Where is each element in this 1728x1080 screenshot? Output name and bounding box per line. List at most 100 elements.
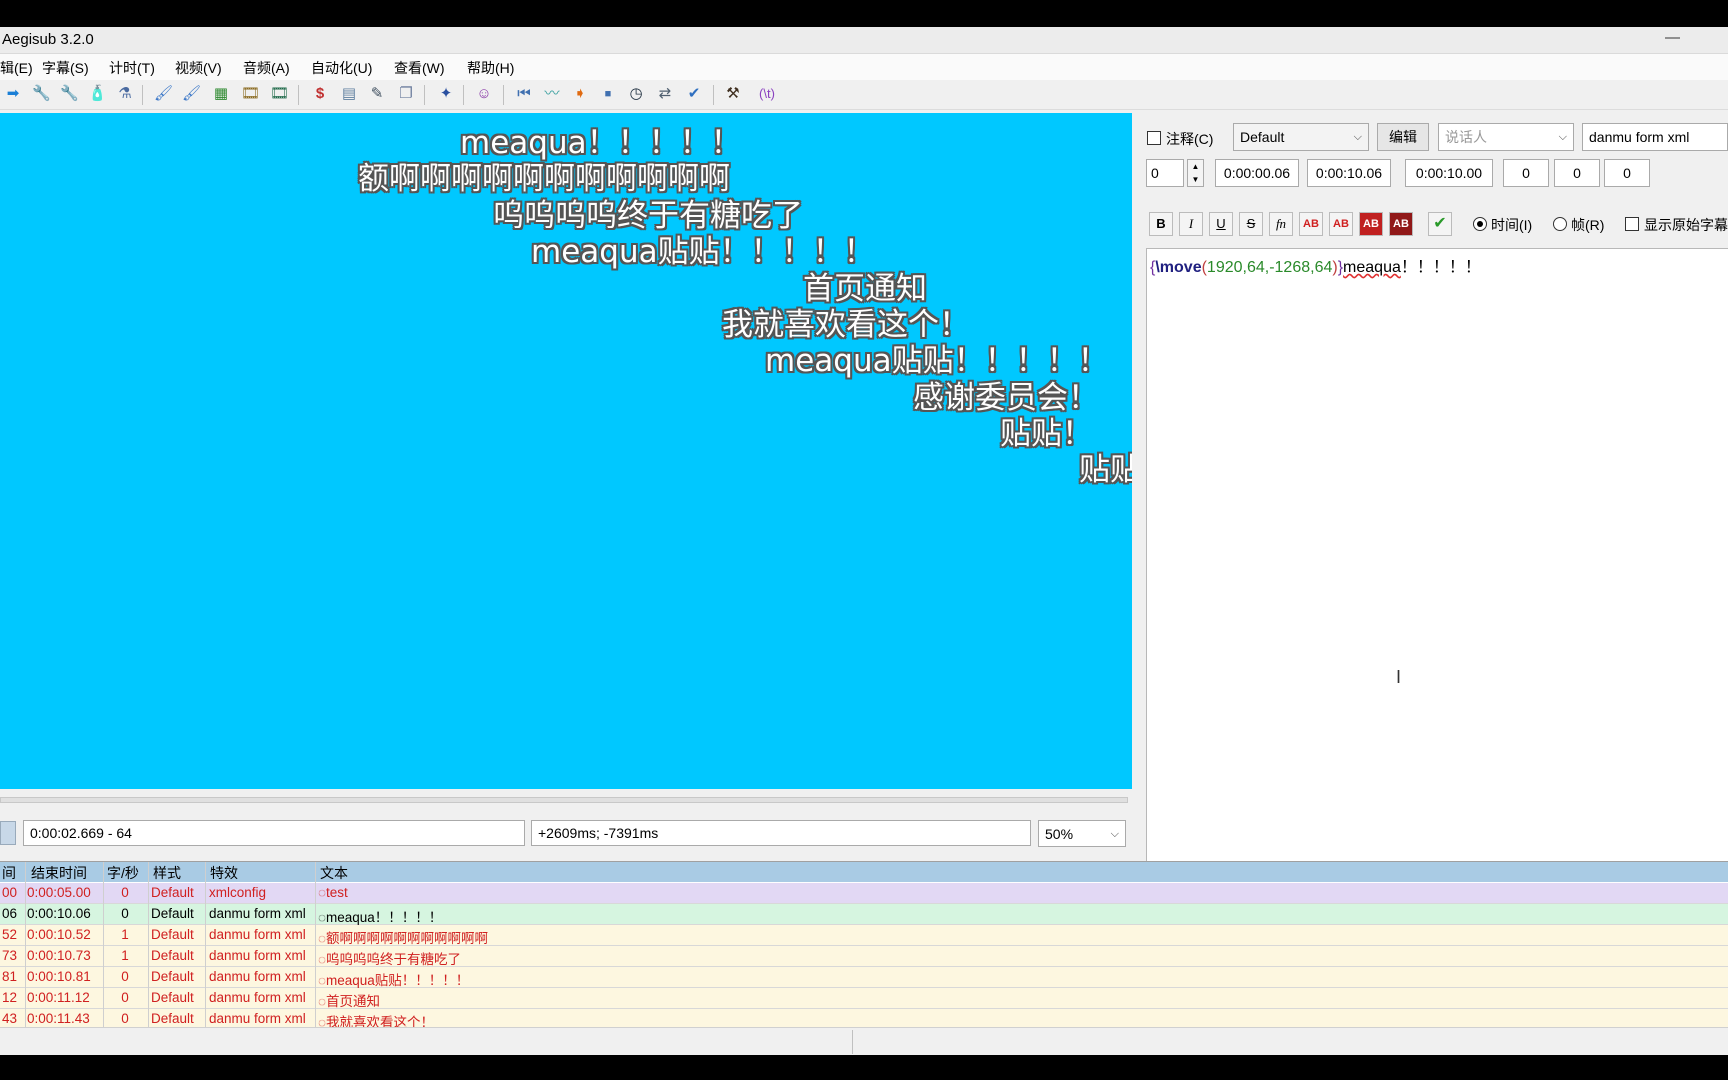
strikeout-button[interactable]: S: [1239, 212, 1263, 236]
column-cps-header[interactable]: 字/秒: [107, 863, 139, 883]
subtitle-text-editor[interactable]: {\move(1920,64,-1268,64)}meaqua！！！！！ I: [1146, 248, 1728, 870]
style-select[interactable]: Default ⌵: [1233, 123, 1369, 151]
spellcheck-icon[interactable]: ✔: [685, 85, 703, 103]
outline-color-button[interactable]: AB: [1359, 212, 1383, 236]
effect-value: danmu form xml: [1589, 129, 1690, 145]
minimize-button[interactable]: —: [1665, 29, 1680, 46]
flask-icon[interactable]: ⚗: [116, 85, 134, 103]
effect-cell: xmlconfig: [209, 885, 267, 900]
start-time-cell: 43: [2, 1011, 18, 1026]
grid-icon[interactable]: ▦: [212, 85, 230, 103]
menu-automation[interactable]: 自动化(U): [311, 58, 372, 78]
hammer-icon[interactable]: ⚒: [724, 85, 742, 103]
frame-mode-radio[interactable]: [1553, 217, 1567, 231]
show-original-label: 显示原始字幕: [1644, 217, 1728, 233]
start-time-cell: 81: [2, 969, 18, 984]
layer-spin-button[interactable]: ▲ ▼: [1187, 159, 1204, 187]
menu-help[interactable]: 帮助(H): [467, 58, 514, 78]
auto-scroll-icon[interactable]: [0, 821, 16, 845]
margin-left-field[interactable]: 0: [1503, 159, 1549, 187]
title-bar: Aegisub 3.2.0 —: [0, 27, 1728, 54]
time-mode-radio[interactable]: [1473, 217, 1487, 231]
film-icon[interactable]: 🎞: [241, 85, 260, 103]
bottle-icon[interactable]: 🧴: [88, 85, 107, 103]
column-start-header[interactable]: 间: [2, 863, 16, 883]
table-row[interactable]: 06 0:00:10.06 0 Default danmu form xml ◌meaqu…: [0, 904, 1728, 925]
shadow-color-button[interactable]: AB: [1389, 212, 1413, 236]
layer-field[interactable]: 0: [1146, 159, 1184, 187]
duration-field[interactable]: 0:00:10.00: [1405, 159, 1493, 187]
arrow-right-icon[interactable]: ➡: [4, 85, 22, 103]
edit-style-button[interactable]: 编辑: [1377, 123, 1429, 151]
waveform-icon[interactable]: 〰: [543, 85, 561, 103]
subtitle-body-text: meaqua: [1343, 259, 1401, 276]
clock-icon[interactable]: ◷: [627, 85, 645, 103]
end-time-field[interactable]: 0:00:10.06: [1307, 159, 1391, 187]
video-display[interactable]: meaqua！！！！！ 额啊啊啊啊啊啊啊啊啊啊啊 呜呜呜呜终于有糖吃了 meaq…: [0, 113, 1132, 789]
video-seek-slider[interactable]: [0, 797, 1128, 803]
time-mode-label: 时间(I): [1491, 217, 1533, 233]
italic-button[interactable]: I: [1179, 212, 1203, 236]
pencil-icon[interactable]: ✎: [368, 85, 386, 103]
start-time-field[interactable]: 0:00:00.06: [1215, 159, 1299, 187]
paint-icon[interactable]: 🖌: [154, 85, 173, 103]
wrench-icon[interactable]: 🔧: [32, 85, 51, 103]
stop-icon[interactable]: ■: [599, 85, 617, 103]
cps-cell: 1: [121, 927, 129, 942]
dollar-icon[interactable]: $: [311, 85, 329, 103]
effect-field[interactable]: danmu form xml: [1582, 123, 1728, 151]
table-row[interactable]: 73 0:00:10.73 1 Default danmu form xml ◌呜呜呜呜终…: [0, 946, 1728, 967]
tag-icon[interactable]: (\t): [754, 85, 780, 103]
primary-color-button[interactable]: AB: [1299, 212, 1323, 236]
column-style-header[interactable]: 样式: [153, 863, 181, 883]
wrench-alt-icon[interactable]: 🔧: [60, 85, 79, 103]
margin-vertical-field[interactable]: 0: [1604, 159, 1650, 187]
column-end-header[interactable]: 结束时间: [31, 863, 87, 883]
start-time-cell: 00: [2, 885, 18, 900]
subtitle-grid[interactable]: 间 结束时间 字/秒 样式 特效 文本 00 0:00:05.00 0 Default…: [0, 861, 1728, 1051]
calculator-icon[interactable]: ▤: [340, 85, 358, 103]
puzzle-icon[interactable]: ✦: [437, 85, 455, 103]
effect-cell: danmu form xml: [209, 906, 306, 921]
paint-alt-icon[interactable]: 🖌: [182, 85, 201, 103]
table-row[interactable]: 81 0:00:10.81 0 Default danmu form xml ◌meaqu…: [0, 967, 1728, 988]
secondary-color-button[interactable]: AB: [1329, 212, 1353, 236]
menu-video[interactable]: 视频(V): [175, 58, 222, 78]
table-row[interactable]: 00 0:00:05.00 0 Default xmlconfig ◌test: [0, 883, 1728, 904]
menu-view[interactable]: 查看(W): [394, 58, 445, 78]
menu-subtitle[interactable]: 字幕(S): [42, 58, 89, 78]
comment-checkbox[interactable]: [1147, 131, 1161, 145]
override-tag: \move: [1155, 259, 1202, 276]
column-text-header[interactable]: 文本: [320, 863, 348, 883]
translate-icon[interactable]: ⇄: [656, 85, 674, 103]
margin-right-field[interactable]: 0: [1554, 159, 1600, 187]
style-value: Default: [1240, 129, 1285, 145]
rewind-icon[interactable]: ⏮: [515, 85, 533, 103]
video-offset-readout[interactable]: +2609ms; -7391ms: [531, 820, 1031, 846]
copy-icon[interactable]: ❐: [397, 85, 415, 103]
column-effect-header[interactable]: 特效: [210, 863, 238, 883]
play-icon[interactable]: ➧: [571, 85, 589, 103]
video-position-readout[interactable]: 0:00:02.669 - 64: [23, 820, 525, 846]
underline-button[interactable]: U: [1209, 212, 1233, 236]
style-cell: Default: [151, 885, 194, 900]
film-alt-icon[interactable]: 🎞: [270, 85, 289, 103]
start-time-cell: 73: [2, 948, 18, 963]
menu-timing[interactable]: 计时(T): [109, 58, 155, 78]
table-row[interactable]: 12 0:00:11.12 0 Default danmu form xml ◌首页通知: [0, 988, 1728, 1009]
zoom-select[interactable]: 50% ⌵: [1038, 820, 1126, 847]
text-cursor-icon: I: [1396, 667, 1402, 687]
chevron-down-icon: ⌵: [1353, 131, 1362, 143]
table-row[interactable]: 52 0:00:10.52 1 Default danmu form xml ◌额啊啊啊啊…: [0, 925, 1728, 946]
actor-select[interactable]: 说话人 ⌵: [1438, 123, 1574, 151]
bold-button[interactable]: B: [1149, 212, 1173, 236]
commit-button[interactable]: ✔: [1428, 212, 1452, 236]
font-button[interactable]: fn: [1269, 212, 1293, 236]
text-cell: ◌meaqua！！！！！: [318, 910, 443, 925]
menu-edit[interactable]: 辑(E): [0, 58, 33, 78]
show-original-checkbox[interactable]: [1625, 217, 1639, 231]
cps-cell: 1: [121, 948, 129, 963]
menu-audio[interactable]: 音频(A): [243, 58, 290, 78]
face-icon[interactable]: ☺: [475, 85, 493, 103]
text-cell: ◌呜呜呜呜终于有糖吃了: [318, 952, 462, 967]
